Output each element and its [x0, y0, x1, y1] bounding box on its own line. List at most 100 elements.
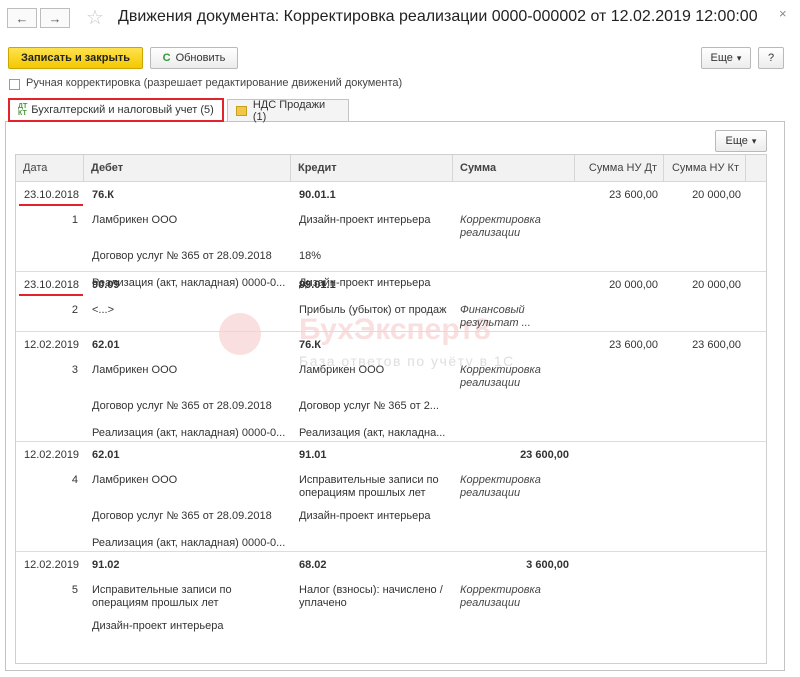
help-button[interactable]: ? — [758, 47, 784, 69]
entry-amount: 3 600,00 — [526, 559, 569, 571]
col-date[interactable]: Дата — [16, 155, 84, 181]
entry-date: 12.02.2019 — [24, 559, 80, 571]
debit-subconto: Ламбрикен ООО — [92, 474, 178, 486]
entry-nu-kt: 20 000,00 — [692, 279, 741, 291]
debit-account: 91.02 — [92, 559, 120, 571]
entry-date: 12.02.2019 — [24, 339, 80, 351]
tab-vat-sales-label: НДС Продажи (1) — [252, 98, 326, 123]
col-credit[interactable]: Кредит — [291, 155, 453, 181]
debit-subconto: операциям прошлых лет — [92, 597, 219, 609]
refresh-icon: C — [162, 52, 171, 64]
credit-subconto: Реализация (акт, накладна... — [299, 427, 446, 439]
debit-account: 90.09 — [92, 279, 120, 291]
entry-content: результат ... — [460, 317, 531, 329]
credit-account: 68.02 — [299, 559, 327, 571]
save-and-close-button[interactable]: Записать и закрыть — [8, 47, 143, 69]
credit-account: 91.01 — [299, 449, 327, 461]
debit-subconto: Реализация (акт, накладная) 0000-0... — [92, 427, 286, 439]
credit-subconto: Исправительные записи по — [299, 474, 439, 486]
debit-subconto: Дизайн-проект интерьера — [92, 620, 224, 632]
chevron-down-icon: ▾ — [751, 135, 757, 146]
date-highlight-underline — [19, 294, 83, 296]
chevron-down-icon: ▾ — [736, 52, 742, 63]
credit-subconto: операциям прошлых лет — [299, 487, 426, 499]
row-separator — [16, 271, 766, 272]
tab-vat-sales[interactable]: НДС Продажи (1) — [227, 98, 349, 123]
row-separator — [16, 331, 766, 332]
entry-nu-dt: 23 600,00 — [609, 189, 658, 201]
credit-subconto: Налог (взносы): начислено / — [299, 584, 443, 596]
manual-correction-checkbox[interactable] — [9, 79, 20, 90]
entry-nu-dt: 20 000,00 — [609, 279, 658, 291]
col-amount[interactable]: Сумма — [453, 155, 575, 181]
credit-subconto: Ламбрикен ООО — [299, 364, 385, 376]
debit-subconto: Исправительные записи по — [92, 584, 232, 596]
entry-nu-kt: 20 000,00 — [692, 189, 741, 201]
entry-content: Корректировка — [460, 364, 541, 376]
col-debit[interactable]: Дебет — [84, 155, 291, 181]
arrow-left-icon: ← — [15, 10, 29, 26]
entry-content: реализации — [460, 487, 521, 499]
tab-accounting-label: Бухгалтерский и налоговый учет (5) — [31, 104, 214, 116]
tab-accounting[interactable]: ДТ КТ Бухгалтерский и налоговый учет (5) — [8, 98, 224, 122]
forward-button[interactable]: → — [40, 8, 70, 28]
credit-account: 76.К — [299, 339, 322, 351]
entry-content: Корректировка — [460, 584, 541, 596]
credit-account: 90.01.1 — [299, 189, 336, 201]
close-icon[interactable]: × — [779, 6, 787, 21]
arrow-right-icon: → — [48, 10, 62, 26]
entry-nu-kt: 23 600,00 — [692, 339, 741, 351]
manual-correction-label: Ручная корректировка (разрешает редактир… — [26, 77, 403, 89]
entry-nu-dt: 23 600,00 — [609, 339, 658, 351]
credit-subconto: Договор услуг № 365 от 2... — [299, 400, 439, 412]
entry-number: 2 — [71, 304, 78, 316]
debit-account: 76.К — [92, 189, 115, 201]
debit-subconto: Ламбрикен ООО — [92, 214, 178, 226]
entry-number: 5 — [71, 584, 78, 596]
date-highlight-underline — [19, 204, 83, 206]
entry-number: 3 — [71, 364, 78, 376]
more-button[interactable]: Еще ▾ — [701, 47, 751, 69]
watermark-owl-icon — [219, 313, 261, 355]
debit-account: 62.01 — [92, 449, 120, 461]
window-title: Движения документа: Корректировка реализ… — [118, 8, 758, 25]
entries-table[interactable]: Дата Дебет Кредит Сумма Сумма НУ Дт Сумм… — [15, 154, 767, 664]
grid-more-label: Еще — [725, 135, 748, 147]
entry-date: 12.02.2019 — [24, 449, 80, 461]
entry-amount: 23 600,00 — [520, 449, 569, 461]
entry-number: 4 — [71, 474, 78, 486]
credit-subconto: Прибыль (убыток) от продаж — [299, 304, 447, 316]
credit-subconto: Дизайн-проект интерьера — [299, 510, 431, 522]
entry-content: реализации — [460, 227, 521, 239]
entry-content: реализации — [460, 597, 521, 609]
back-button[interactable]: ← — [7, 8, 37, 28]
refresh-label: Обновить — [175, 52, 226, 64]
grid-more-button[interactable]: Еще ▾ — [715, 130, 767, 152]
row-separator — [16, 441, 766, 442]
entry-content: Корректировка — [460, 474, 541, 486]
refresh-button[interactable]: C Обновить — [150, 47, 238, 69]
credit-subconto: Дизайн-проект интерьера — [299, 214, 431, 226]
debit-subconto: Реализация (акт, накладная) 0000-0... — [92, 277, 286, 289]
entry-content: Корректировка — [460, 214, 541, 226]
entry-number: 1 — [71, 214, 78, 226]
debit-subconto: Договор услуг № 365 от 28.09.2018 — [92, 510, 272, 522]
entry-content: реализации — [460, 377, 521, 389]
favorite-star-icon[interactable]: ☆ — [86, 5, 104, 30]
register-icon — [236, 105, 247, 116]
debit-account: 62.01 — [92, 339, 120, 351]
col-nu-dt[interactable]: Сумма НУ Дт — [575, 155, 664, 181]
debit-subconto: Реализация (акт, накладная) 0000-0... — [92, 537, 286, 549]
credit-account: 99.01.1 — [299, 279, 336, 291]
entry-date: 23.10.2018 — [24, 189, 80, 201]
debit-subconto: Договор услуг № 365 от 28.09.2018 — [92, 250, 272, 262]
credit-subconto: уплачено — [299, 597, 347, 609]
col-nu-kt[interactable]: Сумма НУ Кт — [664, 155, 746, 181]
row-separator — [16, 551, 766, 552]
debit-subconto: Ламбрикен ООО — [92, 364, 178, 376]
entry-content: Финансовый — [460, 304, 525, 316]
debit-subconto: Договор услуг № 365 от 28.09.2018 — [92, 400, 272, 412]
entry-date: 23.10.2018 — [24, 279, 80, 291]
table-header: Дата Дебет Кредит Сумма Сумма НУ Дт Сумм… — [16, 155, 766, 182]
dt-kt-icon: ДТ КТ — [18, 103, 28, 117]
